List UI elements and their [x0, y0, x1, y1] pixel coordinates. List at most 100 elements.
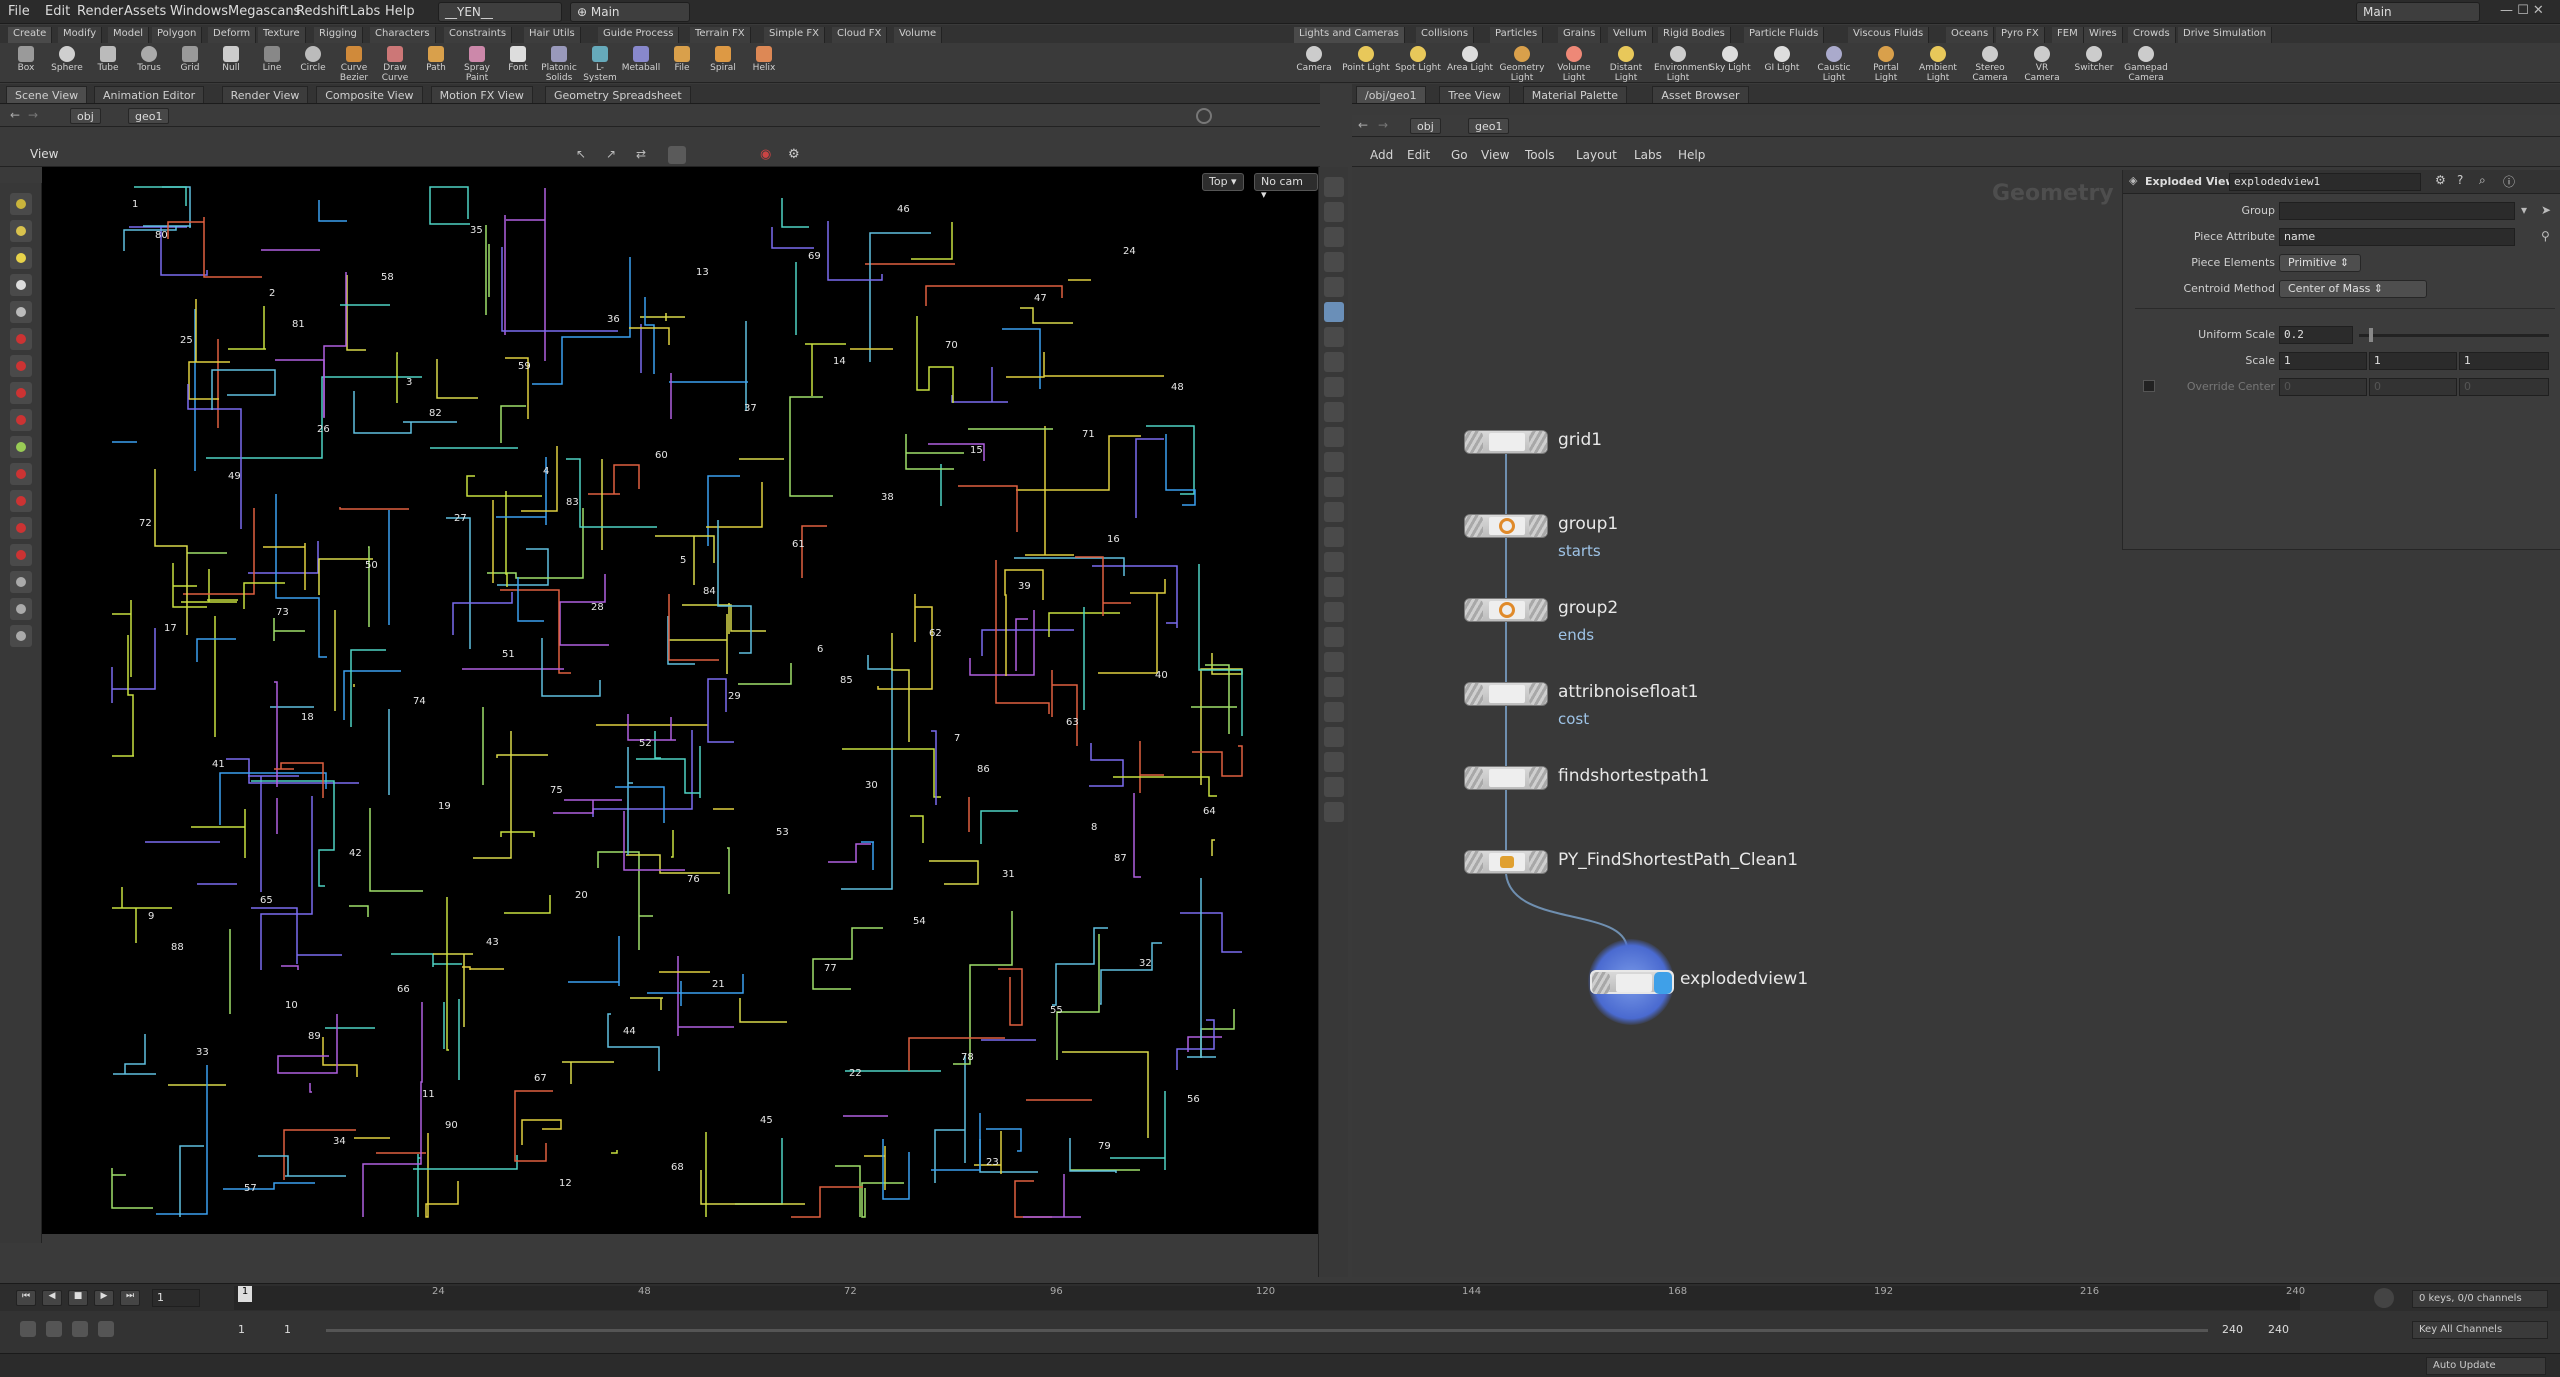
shelf-tool-14[interactable]: L-System [580, 45, 620, 83]
network-menu-4[interactable]: Tools [1525, 148, 1555, 162]
override-x-field[interactable]: 0 [2279, 378, 2367, 396]
shelf-tool-right-11[interactable]: Portal Light [1862, 45, 1910, 83]
shelf-tab-right-12[interactable]: Crowds [2128, 27, 2176, 43]
network-menu-0[interactable]: Add [1370, 148, 1393, 162]
transform-icon[interactable]: ↗ [606, 147, 622, 163]
gear-icon[interactable]: ⚙ [2435, 173, 2446, 187]
display-tool-1-icon[interactable] [1324, 202, 1344, 222]
shelf-tab-right-8[interactable]: Oceans [1946, 27, 1995, 43]
scene-viewport[interactable]: 1 2 3 4 5 6 7 8 9 10 11 12 13 14 15 16 17 18 19 20 21 22 23 24 2… [42, 167, 1318, 1234]
menu-assets[interactable]: Assets [124, 4, 166, 19]
shelf-tab-14[interactable]: Volume [894, 27, 943, 43]
range-end[interactable]: 240 [2222, 1323, 2243, 1336]
viewport-tool-10-icon[interactable] [10, 463, 32, 485]
shelf-tab-12[interactable]: Simple FX [764, 27, 825, 43]
display-tool-24-icon[interactable] [1324, 777, 1344, 797]
play-back-icon[interactable]: ◀ [42, 1290, 62, 1306]
node-display-flag[interactable] [1529, 683, 1547, 705]
shelf-tool-12[interactable]: Font [498, 45, 538, 83]
display-tool-0-icon[interactable] [1324, 177, 1344, 197]
arrow-select-icon[interactable]: ▾ [2521, 203, 2527, 217]
shelf-tab-right-5[interactable]: Rigid Bodies [1658, 27, 1731, 43]
centroid-menu[interactable]: Center of Mass ⇕ [2279, 280, 2427, 298]
display-tool-12-icon[interactable] [1324, 477, 1344, 497]
range-slider[interactable] [326, 1329, 2208, 1332]
viewport-tool-4-icon[interactable] [10, 301, 32, 323]
override-z-field[interactable]: 0 [2459, 378, 2549, 396]
override-y-field[interactable]: 0 [2369, 378, 2457, 396]
piece-attr-field[interactable]: name [2279, 228, 2515, 246]
shelf-tool-7[interactable]: Circle [293, 45, 333, 83]
realtime-icon[interactable] [20, 1321, 36, 1337]
pane-tab-right-3[interactable]: Asset Browser [1652, 86, 1749, 103]
display-tool-14-icon[interactable] [1324, 527, 1344, 547]
forward-arrow-icon[interactable]: → [28, 108, 38, 122]
node-display-flag[interactable] [1529, 599, 1547, 621]
audio-icon[interactable] [2374, 1288, 2394, 1308]
help-icon[interactable]: ? [2457, 173, 2463, 187]
shelf-tool-1[interactable]: Sphere [47, 45, 87, 83]
keyframe-icon[interactable] [98, 1321, 114, 1337]
display-tool-20-icon[interactable] [1324, 677, 1344, 697]
node-name[interactable]: attribnoisefloat1 [1558, 682, 1698, 702]
range-start[interactable]: 1 [238, 1323, 245, 1336]
left-crumb-geo[interactable]: geo1 [128, 108, 170, 124]
viewport-tool-9-icon[interactable] [10, 436, 32, 458]
desktop-selector-right[interactable]: Main [2356, 2, 2480, 22]
range-start-2[interactable]: 1 [284, 1323, 291, 1336]
window-controls[interactable]: — ☐ ✕ [2500, 3, 2544, 18]
shelf-tool-right-12[interactable]: Ambient Light [1914, 45, 1962, 83]
search-icon[interactable]: ⌕ [2479, 173, 2486, 188]
shelf-tool-10[interactable]: Path [416, 45, 456, 83]
shelf-tool-right-5[interactable]: Volume Light [1550, 45, 1598, 83]
jump-end-icon[interactable]: ⏭ [120, 1290, 140, 1306]
shelf-tab-5[interactable]: Texture [258, 27, 306, 43]
shelf-tab-13[interactable]: Cloud FX [832, 27, 888, 43]
menu-help[interactable]: Help [385, 4, 415, 19]
node-6[interactable] [1590, 970, 1674, 994]
camera-menu[interactable]: No cam ▾ [1254, 173, 1318, 201]
menu-redshift[interactable]: Redshift [296, 4, 349, 19]
display-tool-4-icon[interactable] [1324, 277, 1344, 297]
display-tool-11-icon[interactable] [1324, 452, 1344, 472]
viewport-tool-1-icon[interactable] [10, 220, 32, 242]
shelf-tool-right-7[interactable]: Environment Light [1654, 45, 1711, 83]
slider-handle[interactable] [2369, 328, 2373, 342]
network-menu-3[interactable]: View [1481, 148, 1509, 162]
shelf-tab-4[interactable]: Deform [208, 27, 257, 43]
jump-start-icon[interactable]: ⏮ [16, 1290, 36, 1306]
network-menu-2[interactable]: Go [1451, 148, 1468, 162]
viewport-tool-0-icon[interactable] [10, 193, 32, 215]
shelf-tool-5[interactable]: Null [211, 45, 251, 83]
shelf-tab-3[interactable]: Polygon [152, 27, 203, 43]
pin-drop-icon[interactable]: ⚲ [2541, 229, 2550, 243]
shelf-tool-right-6[interactable]: Distant Light [1602, 45, 1650, 83]
node-name[interactable]: group2 [1558, 598, 1618, 618]
node-bypass-flag[interactable] [1465, 431, 1483, 453]
shelf-tool-right-13[interactable]: Stereo Camera [1966, 45, 2014, 83]
viewport-tool-7-icon[interactable] [10, 382, 32, 404]
shelf-tool-right-14[interactable]: VR Camera [2018, 45, 2066, 83]
display-tool-17-icon[interactable] [1324, 602, 1344, 622]
node-display-flag[interactable] [1654, 972, 1672, 994]
shelf-tab-right-2[interactable]: Particles [1490, 27, 1544, 43]
shelf-tab-right-9[interactable]: Pyro FX [1996, 27, 2045, 43]
shelf-tool-right-15[interactable]: Switcher [2070, 45, 2118, 83]
viewport-tool-8-icon[interactable] [10, 409, 32, 431]
shelf-tab-1[interactable]: Modify [58, 27, 103, 43]
group-field[interactable] [2279, 202, 2515, 220]
display-tool-15-icon[interactable] [1324, 552, 1344, 572]
display-tool-9-icon[interactable] [1324, 402, 1344, 422]
display-tool-21-icon[interactable] [1324, 702, 1344, 722]
shelf-tab-right-1[interactable]: Collisions [1416, 27, 1475, 43]
shelf-tab-10[interactable]: Guide Process [598, 27, 680, 43]
network-menu-1[interactable]: Edit [1407, 148, 1430, 162]
display-tool-6-icon[interactable] [1324, 327, 1344, 347]
shelf-tool-9[interactable]: Draw Curve [375, 45, 415, 83]
viewport-tool-15-icon[interactable] [10, 598, 32, 620]
shelf-tab-right-13[interactable]: Drive Simulation [2178, 27, 2273, 43]
pane-tab-3[interactable]: Composite View [316, 86, 423, 103]
pane-tab-right-2[interactable]: Material Palette [1522, 86, 1628, 103]
record-icon[interactable]: ◉ [760, 147, 776, 163]
viewport-tool-11-icon[interactable] [10, 490, 32, 512]
